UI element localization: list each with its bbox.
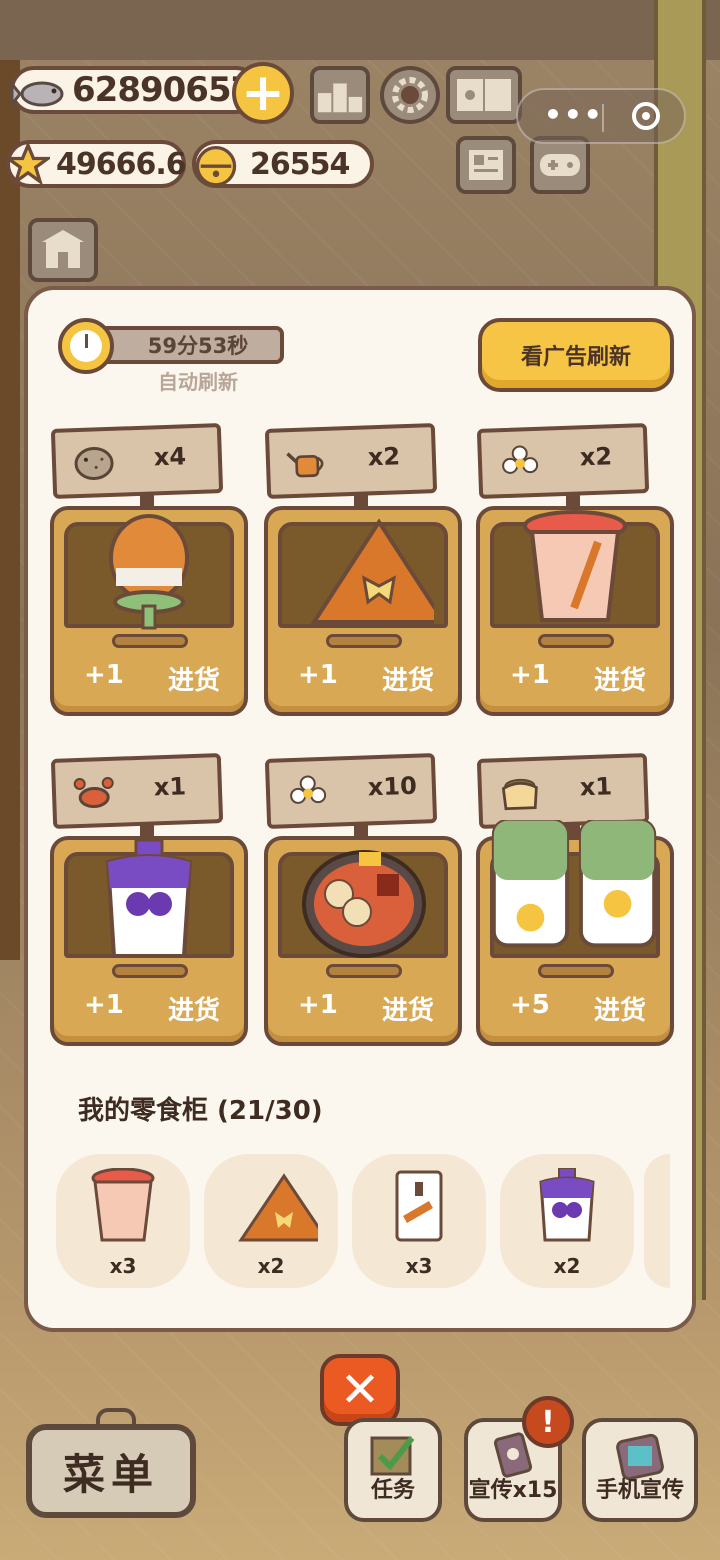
watch-ad-refresh-button[interactable]: 看广告刷新 xyxy=(478,318,674,392)
book-icon[interactable] xyxy=(446,66,522,124)
snack-slot: x1 +5 进货 xyxy=(476,753,674,1046)
cabinet-item[interactable]: x2 xyxy=(204,1154,338,1288)
phone-promote-label: 手机宣传 xyxy=(595,1478,684,1503)
task-button[interactable]: 任务 xyxy=(344,1418,442,1522)
alert-badge-icon: ! xyxy=(522,1396,574,1448)
demand-sign: x2 xyxy=(476,423,650,499)
watering-can-icon xyxy=(285,443,330,485)
demand-count: x10 xyxy=(367,771,418,802)
fish-value: 62890657 xyxy=(72,70,254,110)
close-program-icon[interactable] xyxy=(632,102,660,130)
flower-icon xyxy=(285,773,330,815)
box-handle xyxy=(538,964,614,978)
snack-slot: x2 +1 进货 xyxy=(264,423,462,716)
cabinet-item[interactable]: x3 xyxy=(56,1154,190,1288)
newspaper-icon[interactable] xyxy=(456,136,516,194)
box-handle xyxy=(326,634,402,648)
star-value: 49666.6 xyxy=(56,146,187,182)
box-handle xyxy=(112,964,188,978)
tortilla-chip-icon xyxy=(310,518,434,624)
stock-increment: +1 xyxy=(84,660,124,690)
demand-sign: x10 xyxy=(264,753,438,829)
demand-count: x2 xyxy=(367,442,401,472)
cabinet-item[interactable]: x3 xyxy=(352,1154,486,1288)
ranking-icon[interactable] xyxy=(310,66,370,124)
stock-increment: +5 xyxy=(510,990,550,1020)
demand-count: x1 xyxy=(579,772,613,802)
cabinet-item[interactable]: x2 xyxy=(500,1154,634,1288)
hotpot-icon xyxy=(302,850,426,958)
settings-gear-icon[interactable] xyxy=(380,66,440,124)
demand-sign: x1 xyxy=(476,753,650,829)
demand-count: x2 xyxy=(579,442,613,472)
demand-count: x4 xyxy=(153,442,187,472)
auto-refresh-label: 自动刷新 xyxy=(158,370,238,394)
snack-cabinet-title: 我的零食柜 (21/30) xyxy=(78,1096,323,1126)
grape-pouch-icon xyxy=(105,840,193,958)
clock-icon xyxy=(58,318,114,374)
task-label: 任务 xyxy=(370,1478,415,1503)
fish-icon xyxy=(12,81,64,107)
close-panel-button[interactable]: ✕ xyxy=(320,1354,400,1426)
phone-promote-button[interactable]: 手机宣传 xyxy=(582,1418,698,1522)
pufferfish-icon xyxy=(71,443,116,485)
add-currency-button[interactable]: + xyxy=(232,62,294,124)
snack-restock-panel: 59分53秒 自动刷新 看广告刷新 x4 +1 进货 x2 +1 进货 x2 +… xyxy=(24,286,696,1332)
flower-icon xyxy=(497,443,542,485)
shop-icon[interactable] xyxy=(28,218,98,282)
gamepad-icon[interactable] xyxy=(530,136,590,194)
green-cans-icon xyxy=(491,820,657,948)
promote-label: 宣传x15 xyxy=(468,1478,558,1503)
restock-button[interactable]: 进货 xyxy=(594,990,646,1027)
tortilla-chip-icon xyxy=(238,1173,318,1242)
snack-bag-icon xyxy=(395,1170,443,1242)
menu-button[interactable]: 菜单 xyxy=(26,1424,196,1518)
demand-count: x1 xyxy=(153,772,187,802)
box-handle xyxy=(538,634,614,648)
demand-sign: x1 xyxy=(50,753,224,829)
stock-increment: +1 xyxy=(510,660,550,690)
cabinet-item-partial[interactable] xyxy=(644,1154,670,1288)
timer-bar: 59分53秒 xyxy=(96,326,284,364)
item-count: x2 xyxy=(553,1254,581,1278)
restock-button[interactable]: 进货 xyxy=(168,990,220,1027)
snack-slot: x1 +1 进货 xyxy=(50,753,248,1046)
mini-program-capsule: ••• xyxy=(516,88,686,144)
noodle-cup-icon xyxy=(91,1168,155,1242)
left-shelf xyxy=(0,60,20,960)
bell-value: 26554 xyxy=(250,146,350,182)
demand-sign: x4 xyxy=(50,423,224,499)
stock-increment: +1 xyxy=(298,660,338,690)
restock-button[interactable]: 进货 xyxy=(594,660,646,697)
restock-button[interactable]: 进货 xyxy=(168,660,220,697)
snack-slot: x4 +1 进货 xyxy=(50,423,248,716)
item-count: x3 xyxy=(405,1254,433,1278)
bell-icon xyxy=(195,146,237,187)
snack-slot: x2 +1 进货 xyxy=(476,423,674,716)
more-dots-icon[interactable]: ••• xyxy=(544,98,604,131)
star-icon xyxy=(6,142,50,186)
box-handle xyxy=(112,634,188,648)
snack-slot: x10 +1 进货 xyxy=(264,753,462,1046)
restock-button[interactable]: 进货 xyxy=(382,990,434,1027)
item-count: x2 xyxy=(257,1254,285,1278)
grape-pouch-icon xyxy=(539,1168,595,1242)
item-count: x3 xyxy=(109,1254,137,1278)
grain-sack-icon xyxy=(497,773,542,815)
stock-increment: +1 xyxy=(298,990,338,1020)
crab-icon xyxy=(71,773,116,815)
bulb-lollipop-icon xyxy=(109,514,189,630)
stock-increment: +1 xyxy=(84,990,124,1020)
box-handle xyxy=(326,964,402,978)
capsule-divider xyxy=(602,104,604,132)
restock-button[interactable]: 进货 xyxy=(382,660,434,697)
demand-sign: x2 xyxy=(264,423,438,499)
noodle-cup-icon xyxy=(523,510,627,622)
